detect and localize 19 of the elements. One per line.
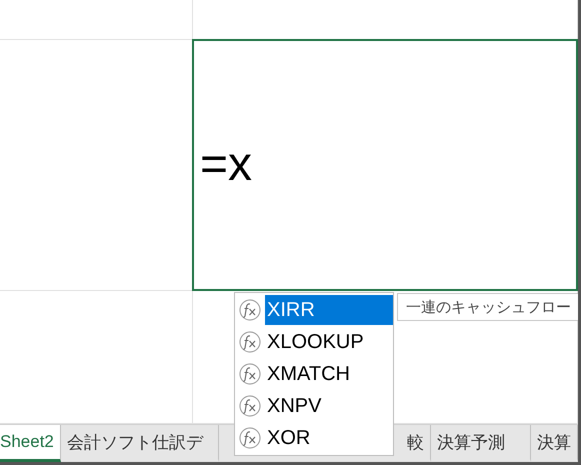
- function-tooltip: 一連のキャッシュフロー: [397, 293, 578, 321]
- function-suggestion[interactable]: XLOOKUP: [265, 327, 393, 357]
- function-icon: [239, 363, 261, 385]
- function-icon: [239, 299, 261, 321]
- sheet-tab[interactable]: 決算: [530, 425, 578, 462]
- cell-formula: =x: [200, 141, 252, 189]
- function-suggestion[interactable]: XIRR: [265, 295, 393, 325]
- function-icon: [239, 331, 261, 353]
- sheet-tab[interactable]: 較: [396, 425, 431, 462]
- active-cell[interactable]: =x: [192, 39, 578, 291]
- function-suggestion[interactable]: XMATCH: [265, 359, 393, 389]
- function-icon: [239, 427, 261, 449]
- sheet-tab[interactable]: 会計ソフト仕訳デ: [60, 425, 219, 462]
- function-suggestion[interactable]: XNPV: [265, 391, 393, 421]
- function-suggestion[interactable]: XOR: [265, 423, 393, 453]
- sheet-tab[interactable]: Sheet2: [0, 425, 61, 462]
- function-icon: [239, 395, 261, 417]
- sheet-tab[interactable]: 決算予測: [430, 425, 531, 462]
- grid-cell[interactable]: [0, 0, 193, 40]
